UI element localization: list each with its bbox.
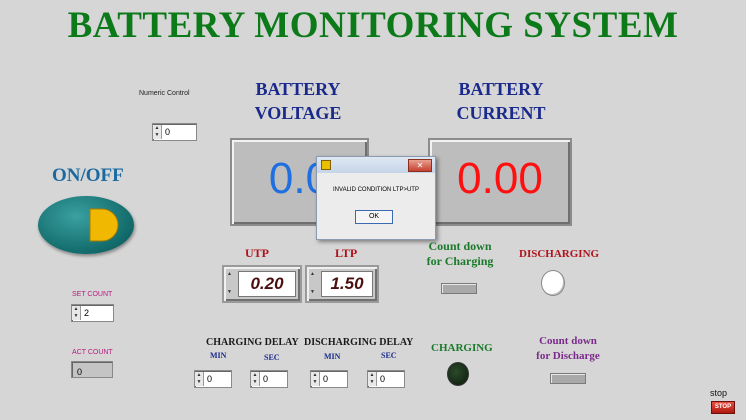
countdown-discharge-label: Count down for Discharge (536, 335, 600, 362)
charging-delay-min-stepper[interactable]: ▲ ▼ 0 (194, 370, 232, 388)
discharging-delay-min-stepper[interactable]: ▲ ▼ 0 (310, 370, 348, 388)
ltp-label: LTP (335, 246, 358, 260)
numeric-control-stepper[interactable]: ▲ ▼ 0 (152, 123, 197, 141)
spin-arrows-icon[interactable]: ▲ ▼ (227, 271, 235, 295)
power-led-icon (89, 208, 119, 242)
utp-control[interactable]: ▲ ▼ 0.20 (222, 265, 302, 303)
spin-arrows-icon[interactable]: ▲ ▼ (251, 372, 260, 386)
stop-label: stop (710, 388, 728, 398)
act-count-label: ACT COUNT (72, 349, 113, 356)
spin-arrows-icon[interactable]: ▲ ▼ (153, 125, 162, 139)
charging-delay-sec-label: SEC (264, 353, 280, 362)
charging-delay-label: CHARGING DELAY (206, 337, 299, 348)
discharging-delay-sec-label: SEC (381, 351, 397, 360)
spin-arrows-icon[interactable]: ▲ ▼ (311, 372, 320, 386)
discharging-delay-sec-value: 0 (380, 374, 386, 384)
ltp-value: 1.50 (321, 271, 373, 297)
current-value: 0.00 (457, 154, 543, 203)
dialog-message: INVALID CONDITION LTP>UTP (333, 187, 419, 193)
error-dialog: ✕ INVALID CONDITION LTP>UTP OK (316, 156, 436, 240)
charging-delay-sec-stepper[interactable]: ▲ ▼ 0 (250, 370, 288, 388)
numeric-control-value: 0 (165, 127, 171, 137)
set-count-stepper[interactable]: ▲ ▼ 2 (71, 304, 114, 322)
spin-arrows-icon[interactable]: ▲ ▼ (72, 306, 81, 320)
app-icon (321, 160, 331, 170)
discharging-label: DISCHARGING (519, 248, 600, 260)
ok-button[interactable]: OK (355, 210, 393, 224)
numeric-control-label: Numeric Control (139, 90, 190, 97)
discharging-delay-min-value: 0 (323, 374, 329, 384)
app-title: BATTERY MONITORING SYSTEM (67, 5, 679, 46)
countdown-discharge-indicator (550, 373, 586, 384)
charging-delay-sec-value: 0 (263, 374, 269, 384)
close-icon[interactable]: ✕ (408, 159, 432, 172)
on-off-button[interactable] (38, 196, 134, 254)
dialog-titlebar[interactable]: ✕ (317, 157, 435, 173)
set-count-label: SET COUNT (72, 291, 113, 298)
discharging-led (541, 270, 565, 296)
spin-arrows-icon[interactable]: ▲ ▼ (368, 372, 377, 386)
set-count-value: 2 (84, 308, 90, 318)
countdown-charging-label: Count down for Charging (426, 239, 494, 268)
stop-button[interactable]: STOP (711, 401, 735, 414)
discharging-delay-sec-stepper[interactable]: ▲ ▼ 0 (367, 370, 405, 388)
charging-led (447, 362, 469, 386)
act-count-value: 0 (77, 367, 83, 377)
voltage-label: BATTERY VOLTAGE (254, 79, 342, 123)
countdown-charging-indicator (441, 283, 477, 294)
charging-delay-min-value: 0 (207, 374, 213, 384)
on-off-label: ON/OFF (52, 165, 124, 186)
utp-value: 0.20 (238, 271, 296, 297)
charging-delay-min-label: MIN (210, 351, 227, 360)
discharging-delay-label: DISCHARGING DELAY (304, 337, 414, 348)
act-count-indicator: 0 (71, 361, 113, 378)
current-display: 0.00 (428, 138, 572, 226)
ltp-control[interactable]: ▲ ▼ 1.50 (305, 265, 379, 303)
utp-label: UTP (245, 246, 269, 260)
current-label: BATTERY CURRENT (456, 79, 546, 123)
spin-arrows-icon[interactable]: ▲ ▼ (195, 372, 204, 386)
charging-label: CHARGING (431, 342, 493, 354)
spin-arrows-icon[interactable]: ▲ ▼ (310, 271, 318, 295)
discharging-delay-min-label: MIN (324, 352, 341, 361)
